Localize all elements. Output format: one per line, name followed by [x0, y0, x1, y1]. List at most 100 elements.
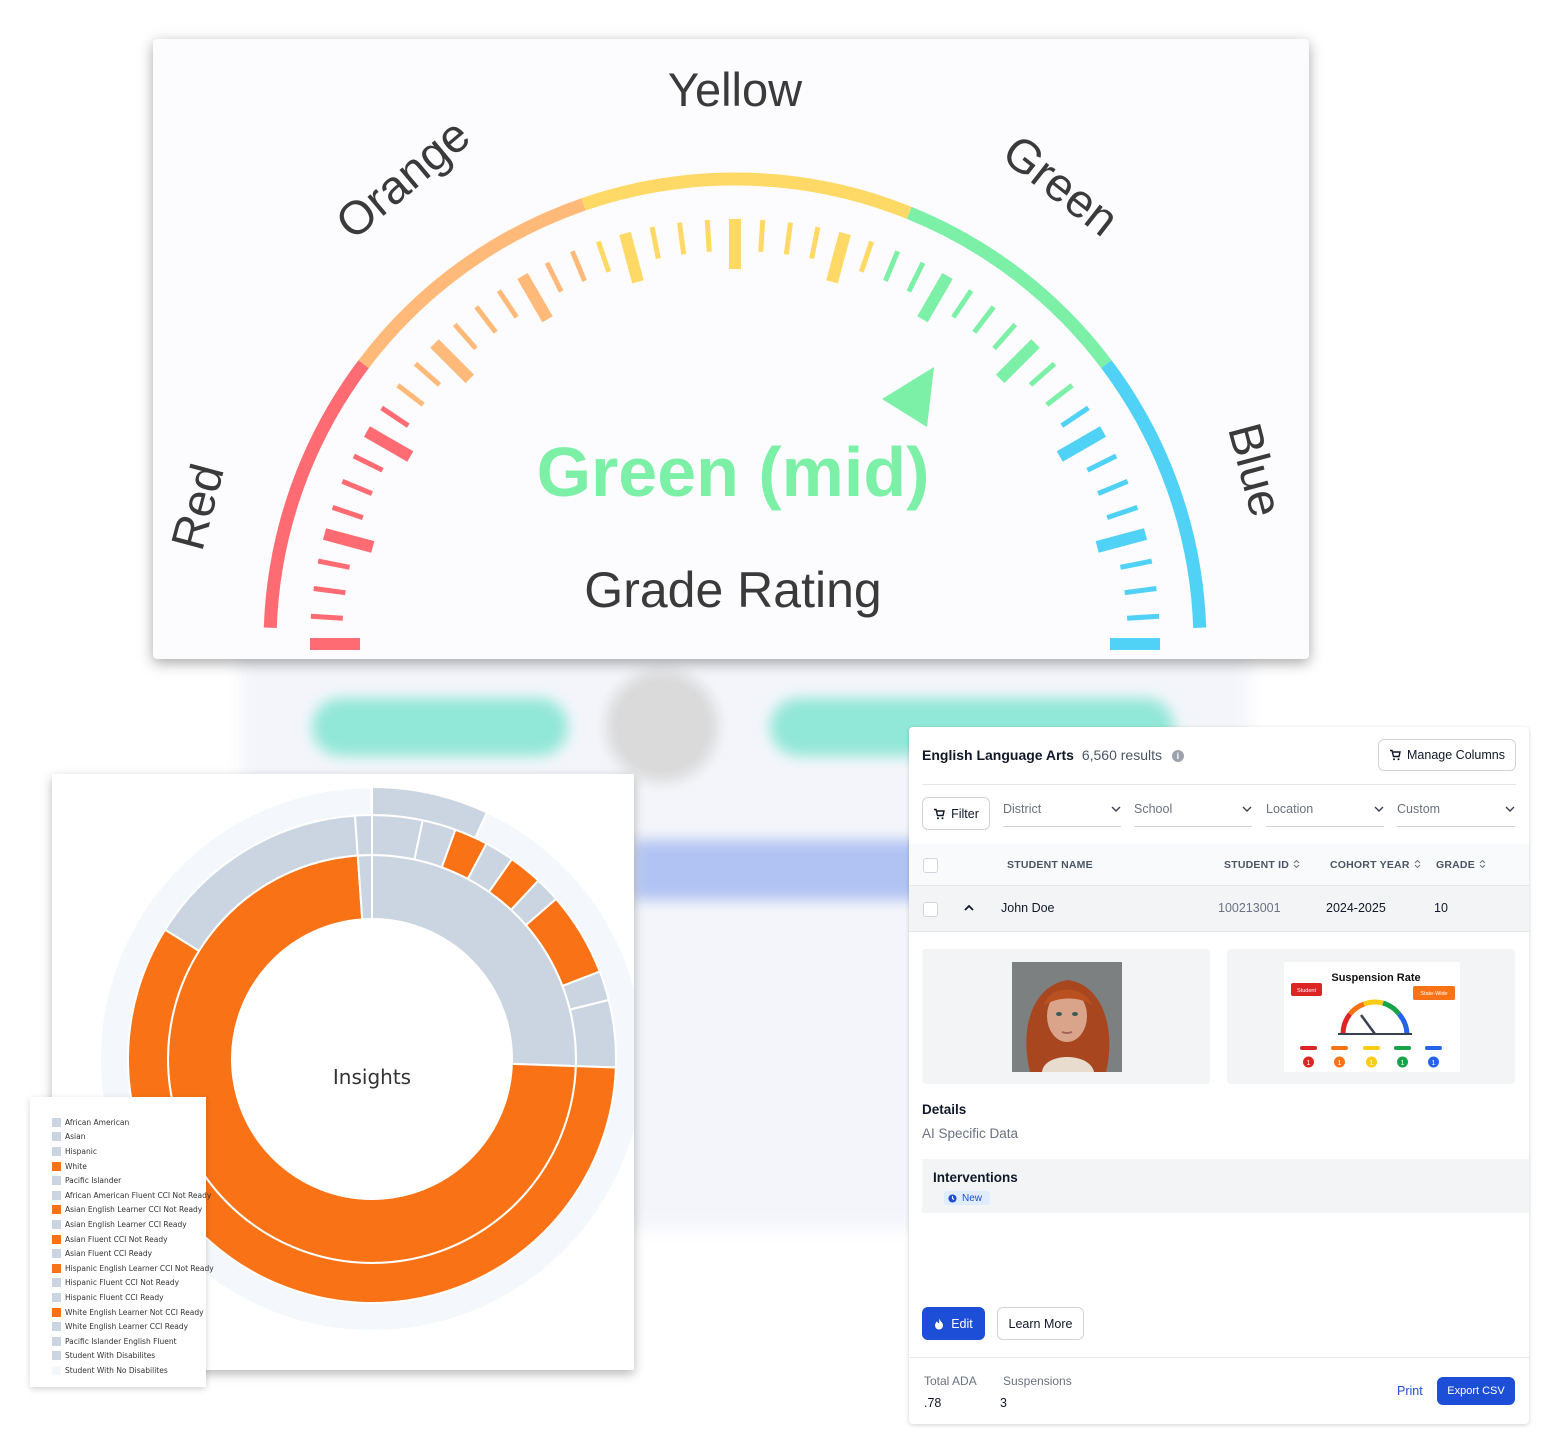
sort-icon [1293, 859, 1300, 869]
table-header: English Language Arts 6,560 results i [922, 747, 1184, 763]
legend-label: Asian [65, 1132, 86, 1142]
legend-item[interactable]: Pacific Islander English Fluent [30, 1334, 206, 1349]
legend-swatch [52, 1132, 61, 1142]
new-badge-label: New [962, 1192, 983, 1204]
legend-label: White English Learner Not CCI Ready [65, 1307, 204, 1317]
learn-more-label: Learn More [1008, 1316, 1073, 1331]
column-header-cohort-year[interactable]: COHORT YEAR [1330, 859, 1421, 871]
legend-item[interactable]: Pacific Islander [30, 1173, 206, 1188]
sunburst-segment[interactable] [568, 998, 617, 1069]
gauge-label-blue: Blue [1218, 417, 1294, 522]
table-row[interactable]: John Doe 100213001 2024-2025 10 [909, 886, 1529, 932]
edit-label: Edit [951, 1316, 973, 1331]
legend-swatch [52, 1249, 61, 1259]
export-csv-button[interactable]: Export CSV [1437, 1377, 1515, 1405]
gauge-tick [1056, 426, 1107, 462]
legend-label: White [65, 1161, 87, 1171]
learn-more-button[interactable]: Learn More [997, 1307, 1084, 1340]
gauge-tick [474, 305, 498, 334]
legend-item[interactable]: White English Learner CCI Ready [30, 1319, 206, 1334]
legend-swatch [52, 1351, 61, 1361]
edit-button[interactable]: Edit [922, 1307, 985, 1340]
gauge-tick [995, 339, 1040, 384]
district-select[interactable]: District [1003, 799, 1121, 827]
manage-columns-button[interactable]: Manage Columns [1378, 739, 1516, 771]
suspension-count-orange: 1 [1338, 1060, 1342, 1067]
gauge-tick [1060, 405, 1090, 428]
legend-item[interactable]: White English Learner Not CCI Ready [30, 1305, 206, 1320]
legend-item[interactable]: Hispanic Fluent CCI Not Ready [30, 1276, 206, 1291]
legend-label: Student With Disabilites [65, 1351, 156, 1361]
gauge-tick [704, 219, 712, 253]
gauge-tick [452, 322, 478, 351]
info-icon[interactable]: i [1171, 750, 1184, 762]
gauge-tick [317, 558, 351, 570]
legend-label: Hispanic Fluent CCI Ready [65, 1292, 164, 1302]
gauge-tick [596, 240, 612, 273]
table-head: STUDENT NAME STUDENT ID COHORT YEAR GRAD… [909, 844, 1529, 886]
gauge-tick [619, 231, 644, 284]
table-title: English Language Arts [922, 747, 1074, 763]
legend-label: Pacific Islander [65, 1176, 122, 1186]
legend-label: Hispanic English Learner CCI Not Ready [65, 1263, 214, 1273]
column-header-student-id[interactable]: STUDENT ID [1224, 859, 1300, 871]
sunburst-segment[interactable] [353, 813, 373, 857]
suspension-state-tag: State-Wide [1420, 991, 1447, 997]
custom-select[interactable]: Custom [1397, 799, 1515, 827]
legend-item[interactable]: Hispanic [30, 1144, 206, 1159]
chevron-up-icon[interactable] [963, 903, 975, 913]
legend-swatch [52, 1307, 61, 1317]
column-header-grade[interactable]: GRADE [1436, 859, 1486, 871]
legend-item[interactable]: African American [30, 1115, 206, 1130]
legend-item[interactable]: Hispanic Fluent CCI Ready [30, 1290, 206, 1305]
gauge-tick [430, 339, 475, 384]
gauge-tick [363, 426, 414, 462]
print-button[interactable]: Print [1397, 1384, 1423, 1398]
gauge-tick [341, 479, 373, 496]
gauge-tick [1028, 361, 1057, 387]
legend-item[interactable]: Student With Disabilites [30, 1349, 206, 1364]
gauge-tick [906, 261, 926, 293]
clock-icon [948, 1193, 957, 1203]
legend-item[interactable]: Asian English Learner CCI Not Ready [30, 1203, 206, 1218]
gauge-tick [496, 289, 519, 319]
legend-swatch [52, 1161, 61, 1171]
legend-swatch [52, 1365, 61, 1375]
total-ada-value: .78 [924, 1396, 942, 1410]
table-footer: Total ADA .78 Suspensions 3 Print Export… [909, 1357, 1529, 1424]
suspension-rate-title: Suspension Rate [1331, 972, 1420, 984]
gauge-tick [1126, 613, 1160, 621]
legend-item[interactable]: Asian Fluent CCI Not Ready [30, 1232, 206, 1247]
legend-item[interactable]: Hispanic English Learner CCI Not Ready [30, 1261, 214, 1276]
legend-label: Hispanic Fluent CCI Not Ready [65, 1278, 180, 1288]
district-select-label: District [1003, 802, 1042, 816]
legend-item[interactable]: White [30, 1159, 206, 1174]
interventions-section[interactable]: Interventions New [922, 1159, 1529, 1213]
gauge-tick [858, 240, 874, 273]
select-all-checkbox[interactable] [923, 858, 938, 873]
legend-item[interactable]: Asian English Learner CCI Ready [30, 1217, 206, 1232]
gauge-tick [883, 250, 900, 282]
gauge-pointer-icon [882, 367, 934, 427]
suspensions-value: 3 [1000, 1396, 1007, 1410]
column-header-student-name[interactable]: STUDENT NAME [1007, 859, 1093, 871]
export-csv-label: Export CSV [1447, 1385, 1505, 1397]
column-label: GRADE [1436, 859, 1475, 871]
sort-icon [1414, 859, 1420, 869]
details-value: AI Specific Data [922, 1126, 1019, 1141]
total-ada-label: Total ADA [924, 1374, 977, 1388]
row-checkbox[interactable] [923, 902, 938, 917]
location-select[interactable]: Location [1266, 799, 1384, 827]
legend-item[interactable]: African American Fluent CCI Not Ready [30, 1188, 211, 1203]
legend-item[interactable]: Student With No Disabilites [30, 1363, 206, 1378]
legend-item[interactable]: Asian [30, 1130, 206, 1145]
legend-label: Hispanic [65, 1146, 97, 1156]
legend-swatch [52, 1234, 61, 1244]
legend-item[interactable]: Asian Fluent CCI Ready [30, 1246, 206, 1261]
filter-button[interactable]: Filter [922, 797, 990, 830]
legend-swatch [52, 1219, 61, 1229]
school-select[interactable]: School [1134, 799, 1252, 827]
legend-swatch [52, 1146, 61, 1156]
gauge-tick [1045, 383, 1074, 407]
gauge-tick [1119, 558, 1153, 570]
